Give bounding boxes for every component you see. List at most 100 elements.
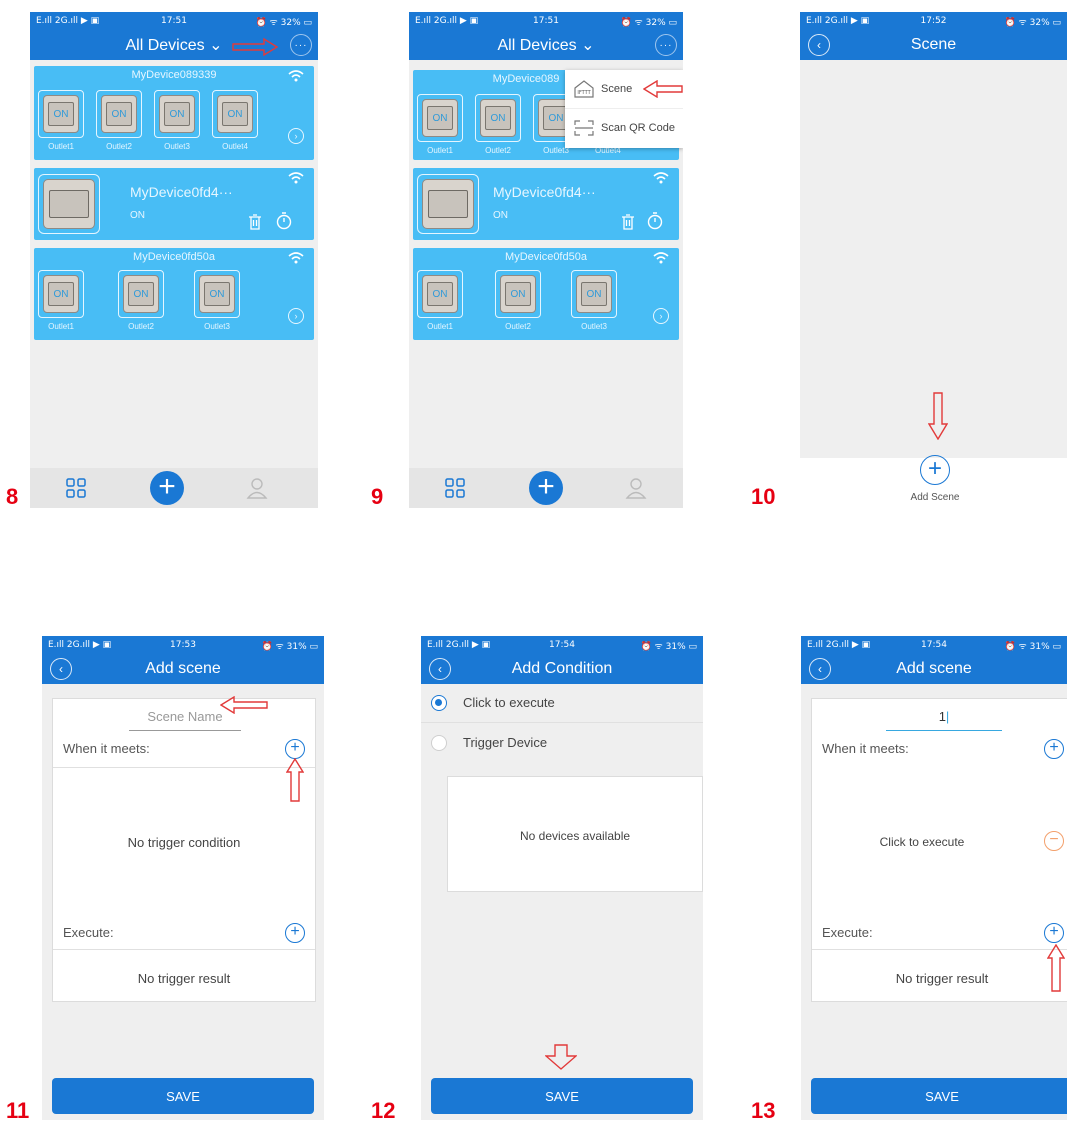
outlet-label: Outlet4: [222, 142, 248, 151]
empty-devices-text: No devices available: [519, 829, 631, 843]
device-card[interactable]: MyDevice0fd4··· ON: [413, 168, 679, 240]
device-card[interactable]: MyDevice0fd50a ON Outlet1 ON Outlet2 ON Out…: [413, 248, 679, 340]
screen-add-condition: E.ıll 2G.ıll ▶ ▣ 17:54 ⏰ ᯤ 31% ▭ ‹ Add C…: [421, 636, 703, 1120]
outlet-switch[interactable]: ON Outlet2: [96, 90, 142, 151]
more-menu-button[interactable]: ···: [655, 34, 677, 56]
page-title: Add scene: [145, 660, 221, 677]
outlet-switch[interactable]: ON Outlet3: [571, 270, 617, 331]
chevron-left-icon: ‹: [818, 662, 822, 676]
outlet-label: Outlet2: [505, 322, 531, 331]
outlet-switch[interactable]: ON Outlet1: [417, 270, 463, 331]
wifi-icon: [653, 172, 669, 184]
scene-name-input[interactable]: 1|: [886, 709, 1002, 731]
outlet-switch[interactable]: ON Outlet1: [417, 94, 463, 155]
battery-indicators: ⏰ ᯤ 32% ▭: [1004, 17, 1061, 28]
device-state: ON: [130, 210, 145, 221]
device-filter-dropdown[interactable]: All Devices ⌄: [126, 35, 223, 55]
empty-condition-text: No trigger condition: [127, 835, 241, 850]
save-button[interactable]: SAVE: [811, 1078, 1067, 1114]
add-action-button[interactable]: +: [285, 923, 305, 943]
outlet-switch[interactable]: ON Outlet3: [194, 270, 240, 331]
arrow-up-icon: [286, 758, 304, 802]
outlet-switch[interactable]: ON Outlet1: [38, 270, 84, 331]
outlet-switch[interactable]: ON Outlet4: [212, 90, 258, 151]
chevron-down-icon: ⌄: [204, 37, 223, 54]
timer-icon[interactable]: [647, 212, 663, 230]
save-button[interactable]: SAVE: [431, 1078, 693, 1114]
device-name: MyDevice0fd4···: [130, 184, 233, 200]
title-bar: ‹ Add scene: [801, 654, 1067, 684]
input-placeholder: Scene Name: [147, 709, 223, 724]
device-name: MyDevice0fd50a: [505, 251, 587, 263]
device-card[interactable]: MyDevice089339 ON Outlet1 ON Outlet2 ON Out…: [34, 66, 314, 160]
signal-indicators: E.ıll 2G.ıll ▶ ▣: [427, 640, 491, 650]
device-card[interactable]: MyDevice0fd4··· ON: [34, 168, 314, 240]
arrow-right-icon: [232, 38, 278, 56]
bottom-navigation: +: [30, 468, 318, 508]
single-switch[interactable]: [417, 174, 479, 234]
condition-label: When it meets:: [822, 741, 909, 756]
more-menu-button[interactable]: ···: [290, 34, 312, 56]
grid-icon[interactable]: [445, 478, 465, 498]
user-icon[interactable]: [246, 477, 268, 499]
screen-add-scene-filled: E.ıll 2G.ıll ▶ ▣ 17:54 ⏰ ᯤ 31% ▭ ‹ Add s…: [801, 636, 1067, 1120]
add-device-button[interactable]: +: [150, 471, 184, 505]
signal-indicators: E.ıll 2G.ıll ▶ ▣: [48, 640, 112, 650]
add-device-button[interactable]: +: [529, 471, 563, 505]
outlet-label: Outlet1: [427, 322, 453, 331]
add-condition-button[interactable]: +: [285, 739, 305, 759]
device-name: MyDevice089339: [131, 69, 217, 81]
add-condition-button[interactable]: +: [1044, 739, 1064, 759]
option-click-to-execute[interactable]: Click to execute: [421, 684, 703, 722]
trash-icon[interactable]: [621, 214, 635, 230]
title-bar: ‹ Scene: [800, 30, 1067, 60]
bottom-navigation: +: [409, 468, 683, 508]
single-switch[interactable]: [38, 174, 100, 234]
radio-selected[interactable]: [431, 695, 447, 711]
page-title: Scene: [910, 36, 957, 53]
outlet-switch[interactable]: ON Outlet2: [118, 270, 164, 331]
outlet-switch[interactable]: ON Outlet2: [495, 270, 541, 331]
back-button[interactable]: ‹: [809, 658, 831, 680]
outlet-label: Outlet2: [128, 322, 154, 331]
trash-icon[interactable]: [248, 214, 262, 230]
screen-all-devices: E.ıll 2G.ıll ▶ ▣ 17:51 ⏰ ᯤ 32% ▭ All Dev…: [30, 12, 318, 508]
save-button[interactable]: SAVE: [52, 1078, 314, 1114]
menu-item-label: Scan QR Code: [601, 121, 675, 134]
device-card[interactable]: MyDevice0fd50a ON Outlet1 ON Outlet2 ON Out…: [34, 248, 314, 340]
outlet-switch[interactable]: ON Outlet1: [38, 90, 84, 151]
status-bar: E.ıll 2G.ıll ▶ ▣ 17:51 ⏰ ᯤ 32% ▭: [30, 12, 318, 30]
page-title: All Devices: [497, 37, 577, 54]
wifi-icon: [288, 70, 304, 82]
back-button[interactable]: ‹: [50, 658, 72, 680]
grid-icon[interactable]: [66, 478, 86, 498]
chevron-right-icon[interactable]: ›: [288, 308, 304, 324]
chevron-right-icon[interactable]: ›: [653, 308, 669, 324]
battery-indicators: ⏰ ᯤ 32% ▭: [620, 17, 677, 28]
outlet-switch[interactable]: ON Outlet3: [154, 90, 200, 151]
back-button[interactable]: ‹: [808, 34, 830, 56]
add-action-button[interactable]: +: [1044, 923, 1064, 943]
radio-unselected[interactable]: [431, 735, 447, 751]
outlet-switch[interactable]: ON Outlet2: [475, 94, 521, 155]
battery-indicators: ⏰ ᯤ 31% ▭: [1004, 641, 1061, 652]
option-trigger-device[interactable]: Trigger Device: [421, 724, 703, 762]
device-filter-dropdown[interactable]: All Devices ⌄: [498, 35, 595, 55]
device-name: MyDevice0fd4···: [493, 184, 596, 200]
menu-item-scan-qr[interactable]: Scan QR Code: [565, 108, 683, 146]
chevron-right-icon[interactable]: ›: [288, 128, 304, 144]
option-label: Click to execute: [463, 695, 555, 710]
back-button[interactable]: ‹: [429, 658, 451, 680]
timer-icon[interactable]: [276, 212, 292, 230]
user-icon[interactable]: [625, 477, 647, 499]
signal-indicators: E.ıll 2G.ıll ▶ ▣: [415, 16, 479, 26]
outlet-label: Outlet3: [581, 322, 607, 331]
remove-condition-button[interactable]: −: [1044, 831, 1064, 851]
empty-result-text: No trigger result: [895, 971, 989, 986]
status-bar: E.ıll 2G.ıll ▶ ▣ 17:52 ⏰ ᯤ 32% ▭: [800, 12, 1067, 30]
page-title: All Devices: [125, 37, 205, 54]
outlet-label: Outlet1: [48, 322, 74, 331]
add-scene-button[interactable]: +: [920, 455, 950, 485]
title-bar: All Devices ⌄ ···: [409, 30, 683, 60]
status-bar: E.ıll 2G.ıll ▶ ▣ 17:54 ⏰ ᯤ 31% ▭: [801, 636, 1067, 654]
